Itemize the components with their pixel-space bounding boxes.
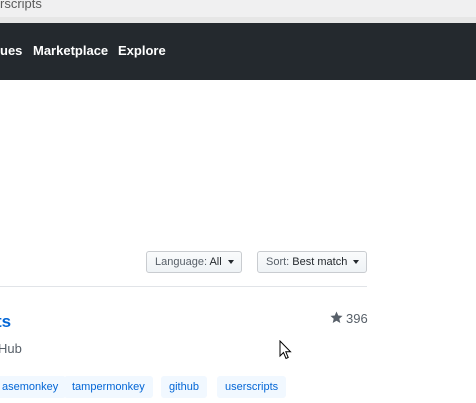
address-bar-text: rscripts — [0, 0, 42, 11]
sort-value: Best match — [292, 256, 348, 268]
sort-button[interactable]: Sort: Best match — [257, 251, 367, 273]
star-icon — [330, 311, 343, 323]
language-filter-label: Language: — [155, 256, 207, 268]
browser-address-bar[interactable]: rscripts — [0, 0, 476, 18]
nav-link-marketplace[interactable]: Marketplace — [33, 43, 108, 58]
repo-description: Hub — [0, 341, 22, 356]
star-count-link[interactable]: 396 — [330, 311, 368, 326]
sort-label: Sort: — [266, 256, 290, 268]
topic-tag[interactable]: tampermonkey — [64, 376, 153, 398]
language-filter-button[interactable]: Language: All — [146, 251, 242, 273]
results-divider — [0, 286, 367, 287]
nav-link-explore[interactable]: Explore — [118, 43, 166, 58]
topic-tag[interactable]: asemonkey — [0, 376, 67, 398]
repo-title-link[interactable]: ts — [0, 312, 11, 332]
caret-down-icon — [353, 260, 360, 265]
topic-tag[interactable]: github — [161, 376, 207, 398]
star-count: 396 — [346, 311, 368, 326]
nav-link-issues[interactable]: ues — [0, 43, 22, 58]
topic-tag[interactable]: userscripts — [217, 376, 287, 398]
caret-down-icon — [227, 260, 234, 265]
site-header: ues Marketplace Explore — [0, 23, 476, 80]
mouse-pointer-icon — [279, 340, 292, 360]
language-filter-value: All — [209, 256, 222, 268]
